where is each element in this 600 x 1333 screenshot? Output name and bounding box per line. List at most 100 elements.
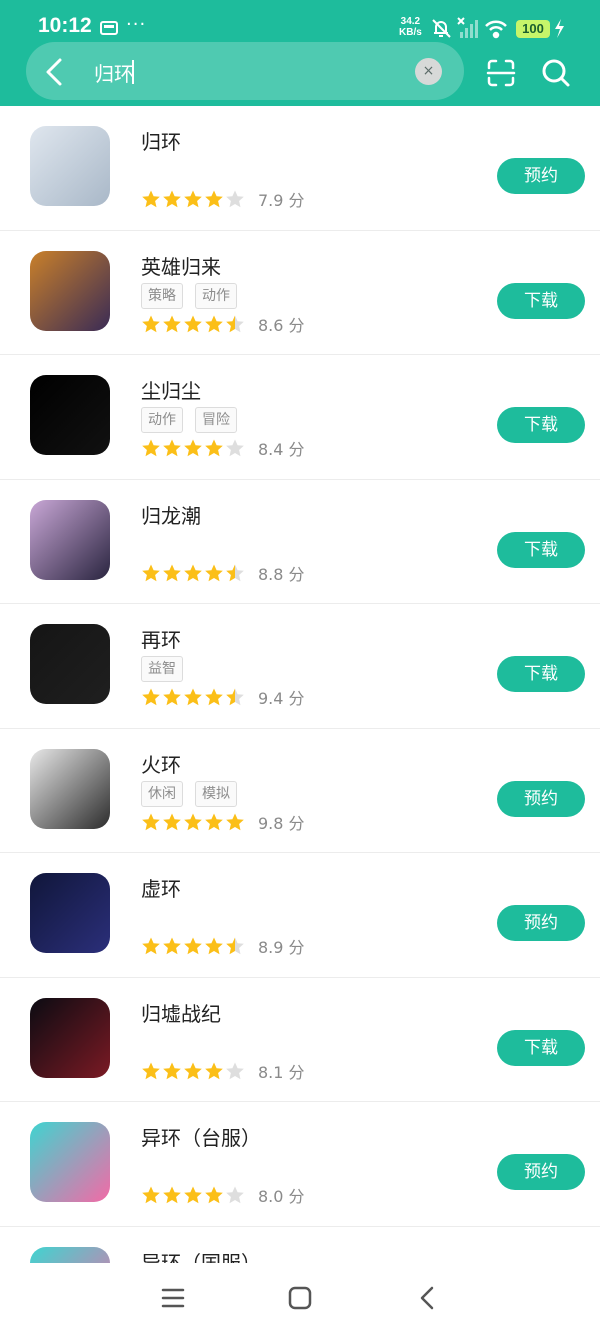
result-row[interactable]: 归龙潮 8.8 分 下载 — [0, 480, 600, 604]
rating: 7.9 分 — [141, 188, 305, 210]
reserve-button[interactable]: 预约 — [497, 1154, 585, 1190]
search-bar[interactable] — [26, 42, 464, 100]
rating: 8.1 分 — [141, 1060, 305, 1082]
result-row[interactable]: 虚环 8.9 分 预约 — [0, 853, 600, 978]
result-row[interactable]: 归环 7.9 分 预约 — [0, 106, 600, 231]
result-row[interactable]: 再环益智 9.4 分 下载 — [0, 604, 600, 729]
genre-tag: 动作 — [141, 407, 183, 433]
app-tags: 益智 — [141, 656, 195, 682]
reserve-button[interactable]: 预约 — [497, 780, 585, 817]
star-icon — [163, 315, 181, 332]
app-icon[interactable] — [30, 375, 110, 455]
app-name[interactable]: 再环 — [141, 624, 181, 653]
genre-tag: 益智 — [141, 656, 183, 682]
score-text: 8.6 分 — [258, 315, 305, 335]
star-icon — [142, 190, 160, 208]
genre-tag: 冒险 — [195, 407, 237, 433]
star-icon — [184, 937, 202, 955]
rating: 8.9 分 — [141, 935, 305, 957]
result-row[interactable]: 归墟战纪 8.1 分 下载 — [0, 978, 600, 1102]
nav-back-button[interactable] — [413, 1283, 443, 1313]
wifi-icon — [485, 20, 507, 39]
clear-search-button[interactable]: × — [415, 58, 442, 85]
app-name[interactable]: 归龙潮 — [141, 500, 201, 529]
app-icon[interactable] — [30, 250, 110, 331]
star-icon — [163, 439, 181, 457]
app-name[interactable]: 归环 — [141, 126, 181, 155]
rating: 9.4 分 — [141, 686, 305, 708]
score-text: 9.4 分 — [258, 689, 305, 708]
star-rating — [141, 1185, 246, 1205]
reserve-button[interactable]: 预约 — [497, 905, 585, 941]
download-button[interactable]: 下载 — [497, 282, 585, 319]
search-button[interactable] — [541, 58, 571, 88]
app-icon[interactable] — [30, 1122, 110, 1202]
back-button[interactable] — [36, 54, 76, 90]
app-icon[interactable] — [30, 1246, 110, 1263]
star-rating — [141, 189, 246, 209]
star-icon — [184, 315, 202, 332]
score-text: 8.9 分 — [258, 938, 305, 957]
app-icon[interactable] — [30, 126, 110, 206]
star-rating — [141, 687, 246, 707]
star-icon — [226, 315, 244, 332]
app-icon[interactable] — [30, 499, 110, 580]
scan-icon — [486, 59, 516, 87]
star-icon — [163, 1062, 181, 1079]
menu-icon — [161, 1288, 185, 1308]
star-icon — [226, 190, 244, 208]
app-name[interactable]: 虚环 — [141, 873, 181, 902]
score-text: 7.9 分 — [258, 191, 305, 210]
home-button[interactable] — [285, 1283, 315, 1313]
star-icon — [226, 1062, 244, 1079]
genre-tag: 策略 — [141, 282, 183, 309]
score-text: 8.0 分 — [258, 1187, 305, 1206]
chevron-left-icon — [46, 58, 62, 86]
star-icon — [142, 564, 160, 581]
rating: 8.4 分 — [141, 437, 305, 459]
result-row[interactable]: 英雄归来 策略 动作 8.6 分 下载 — [0, 231, 600, 355]
result-row[interactable]: 火环 休闲 模拟 9.8 分 预约 — [0, 729, 600, 853]
score-text: 8.1 分 — [258, 1062, 305, 1082]
star-icon — [205, 564, 223, 581]
app-name[interactable]: 异环（台服） — [141, 1122, 261, 1151]
scan-button[interactable] — [486, 58, 516, 88]
charging-icon — [555, 19, 564, 38]
star-rating — [141, 936, 246, 956]
app-icon[interactable] — [30, 873, 110, 953]
app-tags: 策略 动作 — [141, 282, 249, 309]
app-tags: 休闲 模拟 — [141, 780, 249, 807]
reserve-button[interactable]: 预约 — [497, 158, 585, 194]
download-button[interactable]: 下载 — [497, 531, 585, 568]
mute-icon — [432, 19, 451, 38]
app-name[interactable]: 火环 — [141, 749, 181, 778]
app-icon[interactable] — [30, 748, 110, 829]
star-icon — [163, 1186, 181, 1204]
result-row[interactable]: 异环（国服） — [0, 1227, 600, 1264]
search-input[interactable]: 归环 — [94, 58, 134, 87]
result-row[interactable]: 异环（台服） 8.0 分 预约 — [0, 1102, 600, 1227]
result-row[interactable]: 尘归尘动作 冒险 8.4 分 下载 — [0, 355, 600, 480]
network-speed: 34.2 KB/s — [399, 16, 422, 38]
star-icon — [184, 688, 202, 706]
star-rating — [141, 314, 246, 334]
signal-icon — [457, 17, 478, 38]
menu-button[interactable] — [158, 1283, 188, 1313]
app-name[interactable]: 尘归尘 — [141, 375, 201, 404]
star-icon — [226, 813, 244, 830]
search-results-list[interactable]: 归环 7.9 分预约 英雄归来 策略 动作 8.6 分下载 尘归尘 动作 冒险 8.4 分下载 归龙… — [0, 106, 600, 1263]
star-icon — [184, 190, 202, 208]
app-icon[interactable] — [30, 624, 110, 704]
download-button[interactable]: 下载 — [497, 656, 585, 692]
download-button[interactable]: 下载 — [497, 1029, 585, 1066]
download-button[interactable]: 下载 — [497, 407, 585, 443]
star-icon — [205, 315, 223, 332]
app-name[interactable]: 异环（国服） — [141, 1247, 261, 1264]
star-icon — [205, 813, 223, 830]
battery-level: 100 — [516, 20, 550, 38]
rating: 9.8 分 — [141, 811, 305, 833]
app-icon[interactable] — [30, 997, 110, 1078]
star-icon — [205, 1062, 223, 1079]
app-name[interactable]: 归墟战纪 — [141, 998, 221, 1027]
app-name[interactable]: 英雄归来 — [141, 251, 221, 280]
